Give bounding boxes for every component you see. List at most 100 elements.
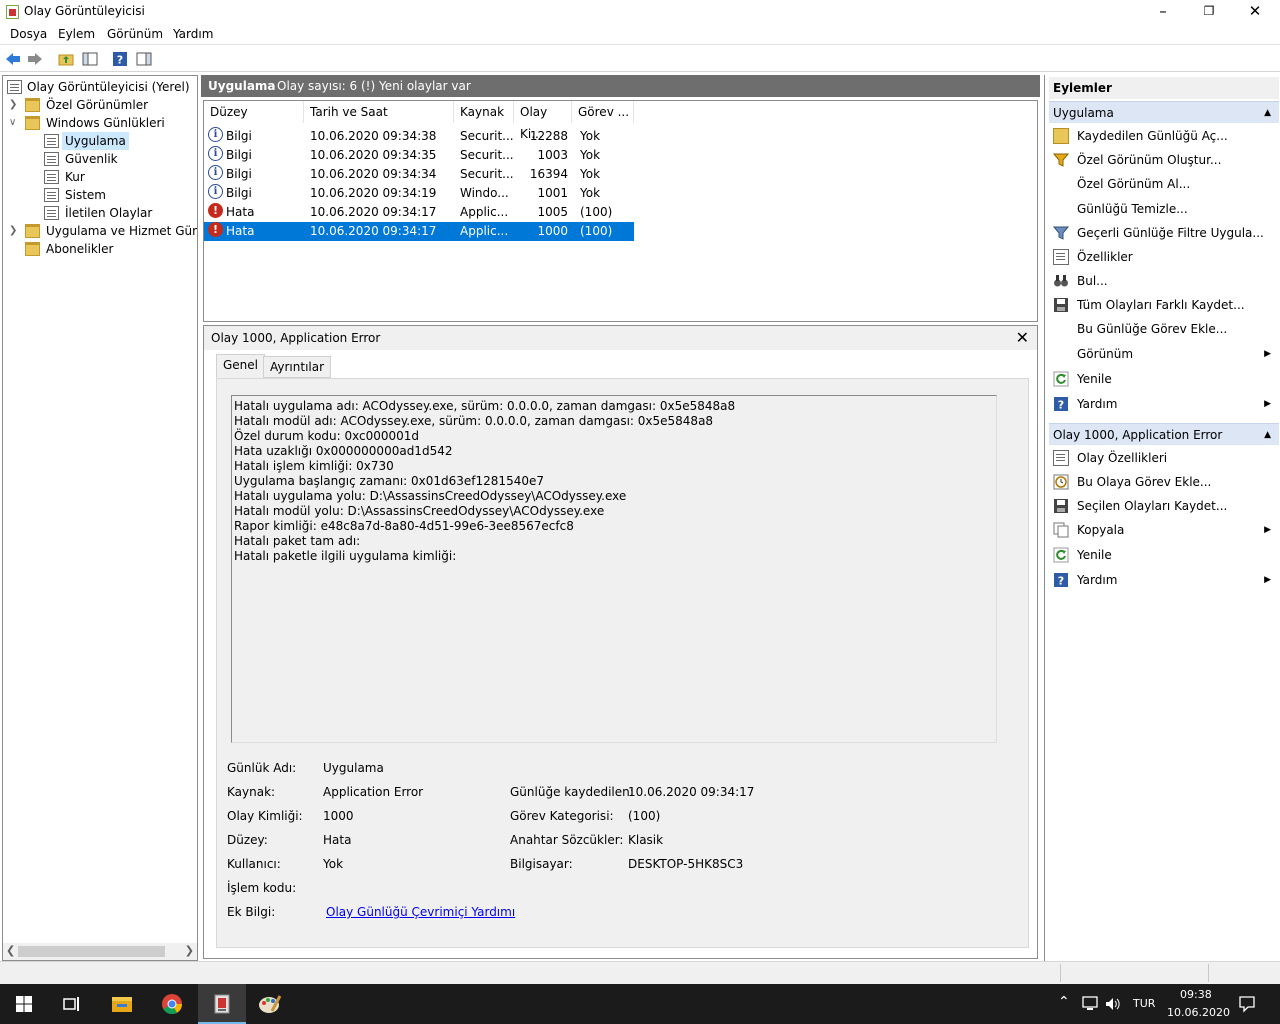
language-indicator[interactable]: TUR: [1133, 997, 1155, 1010]
tab-general[interactable]: Genel: [216, 354, 266, 378]
collapse-caret-icon[interactable]: ▲: [1264, 424, 1271, 446]
action-copy[interactable]: Kopyala ▶: [1049, 518, 1279, 542]
action-create-custom-view[interactable]: Özel Görünüm Oluştur...: [1049, 148, 1279, 172]
actions-section-application[interactable]: Uygulama ▲: [1049, 101, 1279, 123]
actions-section-event[interactable]: Olay 1000, Application Error ▲: [1049, 423, 1279, 445]
menu-gorunum[interactable]: Görünüm: [107, 27, 163, 41]
collapse-caret-icon[interactable]: ▲: [1264, 102, 1271, 124]
log-icon: [44, 188, 59, 202]
description-line: Hatalı uygulama yolu: D:\AssassinsCreedO…: [234, 489, 627, 503]
tree-item-security[interactable]: Güvenlik: [3, 150, 197, 168]
action-help[interactable]: ? Yardım ▶: [1049, 392, 1279, 416]
tree-item-setup[interactable]: Kur: [3, 168, 197, 186]
forward-arrow-icon[interactable]: [27, 51, 43, 67]
minimize-button[interactable]: –: [1140, 0, 1186, 24]
cell-level: Bilgi: [226, 148, 252, 162]
scroll-left-icon[interactable]: ❮: [6, 944, 15, 957]
svg-text:?: ?: [117, 54, 123, 67]
action-view[interactable]: Görünüm ▶: [1049, 342, 1279, 366]
chrome-button[interactable]: [148, 984, 196, 1024]
maximize-button[interactable]: ❐: [1186, 0, 1232, 24]
task-view-button[interactable]: [48, 984, 96, 1024]
refresh-icon: [1053, 547, 1069, 563]
error-icon: !: [208, 203, 223, 218]
log-title: Uygulama: [208, 79, 276, 93]
tray-chevron-icon[interactable]: ⌃: [1058, 994, 1070, 1010]
collapse-chevron-icon[interactable]: ∨: [9, 114, 19, 132]
action-refresh-event[interactable]: Yenile: [1049, 543, 1279, 567]
column-event-id[interactable]: Olay Ki...: [514, 101, 572, 141]
event-detail-panel: Olay 1000, Application Error ✕ Genel Ayr…: [203, 325, 1038, 959]
notification-icon[interactable]: [1238, 995, 1256, 1013]
event-description[interactable]: Hatalı uygulama adı: ACOdyssey.exe, sürü…: [231, 395, 997, 743]
menu-yardim[interactable]: Yardım: [173, 27, 213, 41]
action-filter-log[interactable]: Geçerli Günlüğe Filtre Uygula...: [1049, 221, 1279, 245]
tree-item-system[interactable]: Sistem: [3, 186, 197, 204]
chrome-icon: [162, 994, 183, 1015]
back-arrow-icon[interactable]: [5, 51, 21, 67]
table-row-selected[interactable]: ! Hata 10.06.2020 09:34:17 Applic... 100…: [204, 222, 634, 241]
tree-item-custom-views[interactable]: ❯ Özel Görünümler: [3, 96, 197, 114]
tab-details[interactable]: Ayrıntılar: [263, 356, 332, 378]
action-open-saved-log[interactable]: Kaydedilen Günlüğü Aç...: [1049, 124, 1279, 148]
tree-item-label: İletilen Olaylar: [65, 206, 153, 220]
column-task[interactable]: Görev ...: [572, 101, 634, 123]
tree-item-app-service-logs[interactable]: ❯ Uygulama ve Hizmet Günlük: [3, 222, 197, 240]
action-properties[interactable]: Özellikler: [1049, 245, 1279, 269]
paint-button[interactable]: [246, 984, 294, 1024]
table-row[interactable]: i Bilgi 10.06.2020 09:34:35 Securit... 1…: [204, 146, 634, 165]
column-level[interactable]: Düzey: [204, 101, 304, 123]
event-viewer-taskbar-button[interactable]: [198, 984, 246, 1024]
table-row[interactable]: i Bilgi 10.06.2020 09:34:38 Securit... 1…: [204, 127, 634, 146]
network-icon[interactable]: [1081, 996, 1099, 1012]
column-date[interactable]: Tarih ve Saat: [304, 101, 454, 123]
table-row[interactable]: i Bilgi 10.06.2020 09:34:19 Windo... 100…: [204, 184, 634, 203]
task-category-value: (100): [628, 809, 661, 823]
file-explorer-button[interactable]: [98, 984, 146, 1024]
help-icon[interactable]: ?: [112, 51, 128, 67]
submenu-arrow-icon: ▶: [1264, 399, 1271, 409]
show-hide-tree-icon[interactable]: [82, 51, 98, 67]
action-import-custom-view[interactable]: Özel Görünüm Al...: [1049, 172, 1279, 196]
show-action-pane-icon[interactable]: [136, 51, 152, 67]
online-help-link[interactable]: Olay Günlüğü Çevrimiçi Yardımı: [326, 905, 515, 919]
volume-icon[interactable]: [1104, 996, 1122, 1012]
action-refresh[interactable]: Yenile: [1049, 367, 1279, 391]
tree-item-application[interactable]: Uygulama: [3, 132, 197, 150]
action-event-properties[interactable]: Olay Özellikleri: [1049, 446, 1279, 470]
tree-item-label: Sistem: [65, 188, 106, 202]
scrollbar-thumb[interactable]: [18, 946, 165, 957]
action-find[interactable]: Bul...: [1049, 269, 1279, 293]
action-label: Bul...: [1077, 274, 1108, 288]
action-label: Tüm Olayları Farklı Kaydet...: [1077, 298, 1245, 312]
clock-time[interactable]: 09:38: [1180, 988, 1212, 1001]
action-label: Seçilen Olayları Kaydet...: [1077, 499, 1228, 513]
table-row[interactable]: ! Hata 10.06.2020 09:34:17 Applic... 100…: [204, 203, 634, 222]
close-detail-icon[interactable]: ✕: [1016, 328, 1029, 347]
table-row[interactable]: i Bilgi 10.06.2020 09:34:34 Securit... 1…: [204, 165, 634, 184]
tree-item-forwarded-events[interactable]: İletilen Olaylar: [3, 204, 197, 222]
window-title: Olay Görüntüleyicisi: [24, 4, 145, 18]
action-save-all-events[interactable]: Tüm Olayları Farklı Kaydet...: [1049, 293, 1279, 317]
menu-dosya[interactable]: Dosya: [10, 27, 47, 41]
start-button[interactable]: [0, 984, 48, 1024]
folder-up-icon[interactable]: [58, 51, 74, 67]
horizontal-scrollbar[interactable]: ❮ ❯: [3, 943, 197, 960]
tree-item-windows-logs[interactable]: ∨ Windows Günlükleri: [3, 114, 197, 132]
status-divider: [1208, 964, 1209, 982]
action-attach-task-event[interactable]: Bu Olaya Görev Ekle...: [1049, 470, 1279, 494]
expand-chevron-icon[interactable]: ❯: [9, 222, 19, 240]
close-button[interactable]: ✕: [1232, 0, 1278, 24]
scroll-right-icon[interactable]: ❯: [185, 944, 194, 957]
expand-chevron-icon[interactable]: ❯: [9, 96, 19, 114]
column-source[interactable]: Kaynak: [454, 101, 514, 123]
tree-item-subscriptions[interactable]: Abonelikler: [3, 240, 197, 258]
action-help-event[interactable]: ? Yardım ▶: [1049, 568, 1279, 592]
clock-date[interactable]: 10.06.2020: [1167, 1006, 1230, 1019]
menu-eylem[interactable]: Eylem: [58, 27, 95, 41]
tree-root[interactable]: Olay Görüntüleyicisi (Yerel): [3, 78, 197, 96]
action-label: Özel Görünüm Oluştur...: [1077, 153, 1222, 167]
action-clear-log[interactable]: Günlüğü Temizle...: [1049, 197, 1279, 221]
action-attach-task-log[interactable]: Bu Günlüğe Görev Ekle...: [1049, 317, 1279, 341]
action-save-selected[interactable]: Seçilen Olayları Kaydet...: [1049, 494, 1279, 518]
